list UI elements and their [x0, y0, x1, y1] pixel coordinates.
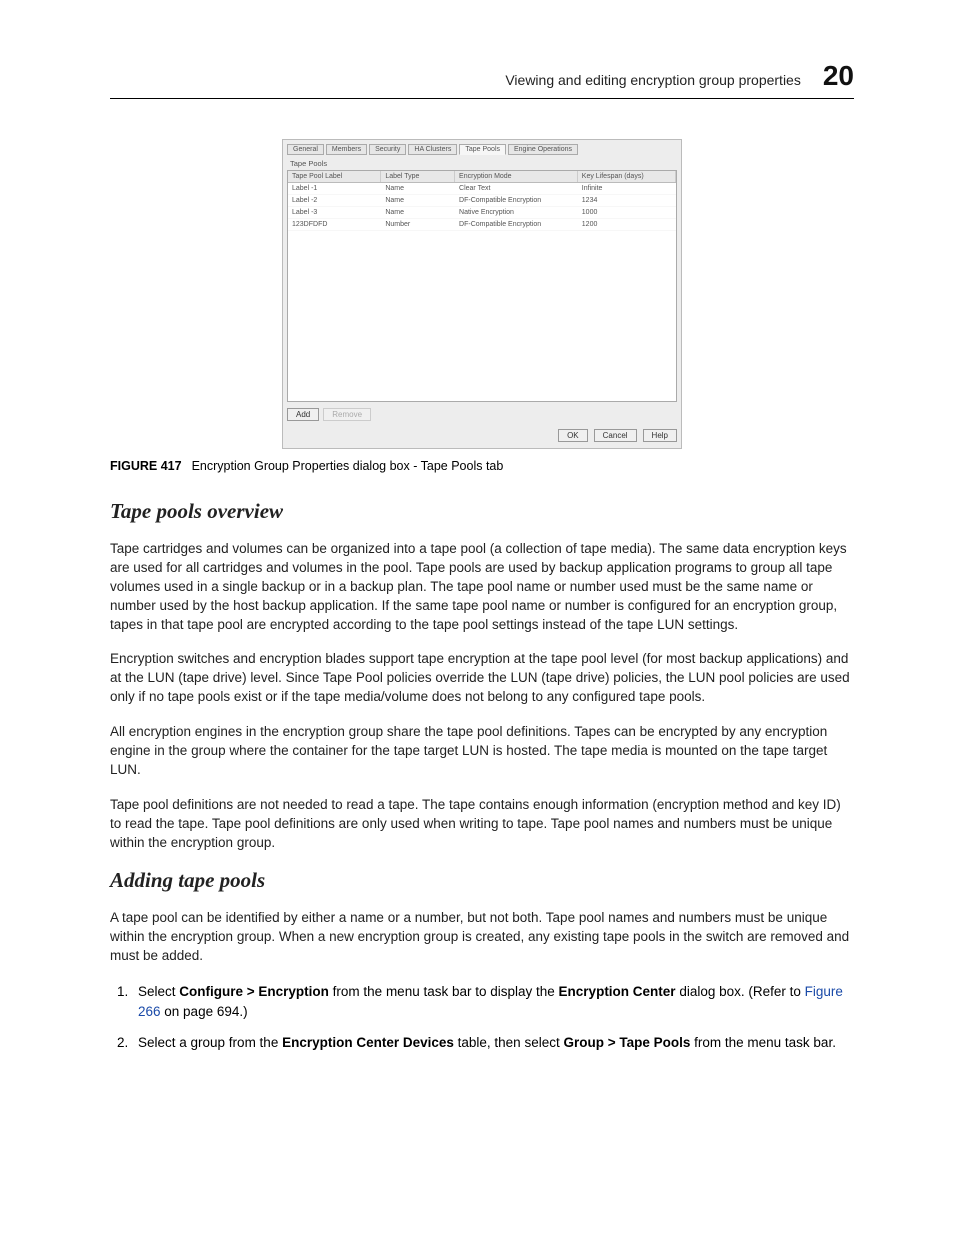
add-button[interactable]: Add [287, 408, 319, 421]
cell: Name [381, 183, 455, 194]
step-text: Select a group from the [138, 1035, 282, 1050]
paragraph: Tape cartridges and volumes can be organ… [110, 540, 854, 634]
dialog-name: Encryption Center [559, 984, 676, 999]
step-text: Select [138, 984, 179, 999]
figure-number: FIGURE 417 [110, 459, 182, 473]
table-name: Encryption Center Devices [282, 1035, 454, 1050]
cell: Name [381, 207, 455, 218]
table-row[interactable]: 123DFDFD Number DF-Compatible Encryption… [288, 219, 676, 231]
help-button[interactable]: Help [643, 429, 677, 442]
cell: 1234 [578, 195, 676, 206]
tab-general[interactable]: General [287, 144, 324, 155]
cell: Infinite [578, 183, 676, 194]
cell: DF-Compatible Encryption [455, 219, 578, 230]
header-section-title: Viewing and editing encryption group pro… [505, 72, 801, 88]
heading-adding-tape-pools: Adding tape pools [110, 868, 854, 893]
tab-tape-pools[interactable]: Tape Pools [459, 144, 506, 155]
figure-area: General Members Security HA Clusters Tap… [110, 139, 854, 449]
tab-security[interactable]: Security [369, 144, 406, 155]
cell: 123DFDFD [288, 219, 381, 230]
step-text: dialog box. (Refer to [676, 984, 805, 999]
cell: Label -1 [288, 183, 381, 194]
dialog-box: General Members Security HA Clusters Tap… [282, 139, 682, 449]
menu-path: Configure > Encryption [179, 984, 329, 999]
cancel-button[interactable]: Cancel [594, 429, 637, 442]
cell: Clear Text [455, 183, 578, 194]
cell: Label -3 [288, 207, 381, 218]
tab-ha-clusters[interactable]: HA Clusters [408, 144, 457, 155]
col-tape-pool-label[interactable]: Tape Pool Label [288, 171, 381, 182]
col-label-type[interactable]: Label Type [381, 171, 455, 182]
steps-list: Select Configure > Encryption from the m… [110, 982, 854, 1053]
chapter-number: 20 [823, 60, 854, 92]
table-row[interactable]: Label -2 Name DF-Compatible Encryption 1… [288, 195, 676, 207]
cell: Name [381, 195, 455, 206]
ok-button[interactable]: OK [558, 429, 588, 442]
cell: 1000 [578, 207, 676, 218]
figure-caption-text: Encryption Group Properties dialog box -… [192, 459, 504, 473]
table-row[interactable]: Label -1 Name Clear Text Infinite [288, 183, 676, 195]
paragraph: All encryption engines in the encryption… [110, 723, 854, 780]
cell: 1200 [578, 219, 676, 230]
figure-caption: FIGURE 417 Encryption Group Properties di… [110, 459, 854, 473]
list-item: Select Configure > Encryption from the m… [132, 982, 854, 1021]
tab-engine-operations[interactable]: Engine Operations [508, 144, 578, 155]
cell: DF-Compatible Encryption [455, 195, 578, 206]
heading-tape-pools-overview: Tape pools overview [110, 499, 854, 524]
cell: Label -2 [288, 195, 381, 206]
tape-pools-table: Tape Pool Label Label Type Encryption Mo… [287, 170, 677, 402]
col-key-lifespan[interactable]: Key Lifespan (days) [578, 171, 676, 182]
header-rule [110, 98, 854, 99]
cell: Native Encryption [455, 207, 578, 218]
table-row[interactable]: Label -3 Name Native Encryption 1000 [288, 207, 676, 219]
cell: Number [381, 219, 455, 230]
tabs-row: General Members Security HA Clusters Tap… [287, 144, 677, 155]
group-label: Tape Pools [290, 159, 677, 168]
col-encryption-mode[interactable]: Encryption Mode [455, 171, 578, 182]
step-text: from the menu task bar. [690, 1035, 836, 1050]
paragraph: Encryption switches and encryption blade… [110, 650, 854, 707]
menu-path: Group > Tape Pools [563, 1035, 690, 1050]
list-item: Select a group from the Encryption Cente… [132, 1033, 854, 1053]
step-text: from the menu task bar to display the [329, 984, 559, 999]
remove-button[interactable]: Remove [323, 408, 371, 421]
paragraph: A tape pool can be identified by either … [110, 909, 854, 966]
step-text: table, then select [454, 1035, 564, 1050]
tab-members[interactable]: Members [326, 144, 367, 155]
paragraph: Tape pool definitions are not needed to … [110, 796, 854, 853]
step-text: on page 694.) [161, 1004, 248, 1019]
